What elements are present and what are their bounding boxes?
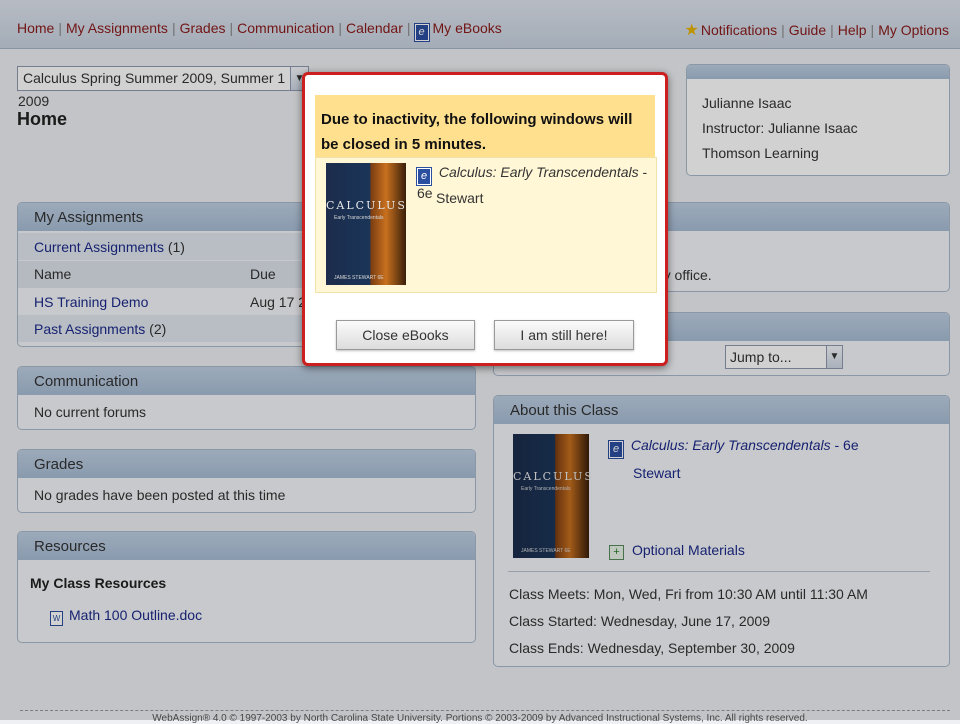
book-cover: CALCULUS Early Transcendentals JAMES STE… xyxy=(326,163,406,285)
ebook-icon: e xyxy=(417,168,431,185)
inactivity-message: Due to inactivity, the following windows… xyxy=(321,111,633,153)
close-ebooks-button[interactable]: Close eBooks xyxy=(336,320,475,350)
dialog-book-area: CALCULUS Early Transcendentals JAMES STE… xyxy=(315,157,657,293)
still-here-button[interactable]: I am still here! xyxy=(494,320,634,350)
inactivity-dialog: Due to inactivity, the following windows… xyxy=(302,72,668,366)
dialog-book-title: Calculus: Early Transcendentals xyxy=(438,164,639,180)
dialog-book-author: Stewart xyxy=(436,190,484,206)
